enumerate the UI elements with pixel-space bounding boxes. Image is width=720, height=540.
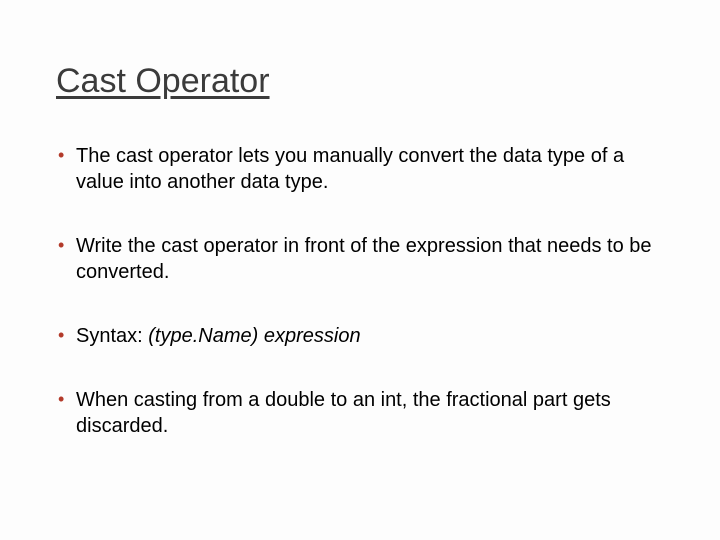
slide: Cast Operator The cast operator lets you… (0, 0, 720, 540)
bullet-text-italic: (type.Name) expression (148, 325, 360, 347)
bullet-text: The cast operator lets you manually conv… (76, 145, 624, 193)
bullet-list: The cast operator lets you manually conv… (56, 143, 664, 439)
slide-title: Cast Operator (56, 62, 664, 101)
bullet-text-prefix: Syntax: (76, 325, 148, 347)
bullet-text: When casting from a double to an int, th… (76, 389, 611, 437)
bullet-item: Write the cast operator in front of the … (56, 233, 664, 285)
bullet-item: Syntax: (type.Name) expression (56, 323, 664, 349)
bullet-item: When casting from a double to an int, th… (56, 387, 664, 439)
bullet-item: The cast operator lets you manually conv… (56, 143, 664, 195)
bullet-text: Write the cast operator in front of the … (76, 235, 652, 283)
